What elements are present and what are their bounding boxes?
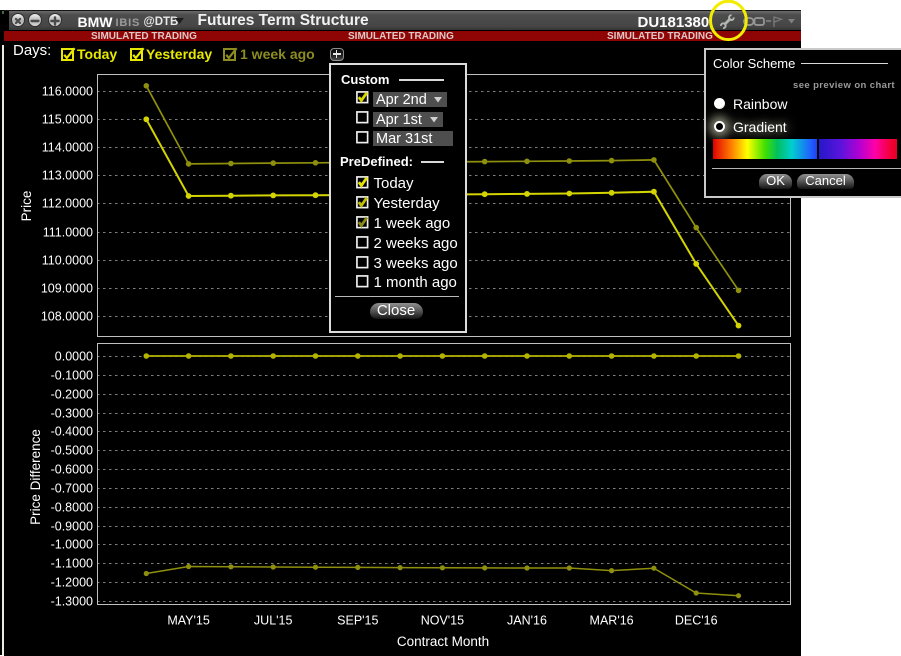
svg-text:NOV'15: NOV'15 [421,614,464,628]
svg-text:-1.1000: -1.1000 [51,557,93,571]
svg-text:111.0000: 111.0000 [43,226,93,240]
svg-text:Price Difference: Price Difference [28,429,43,525]
svg-text:-0.2000: -0.2000 [51,388,93,402]
svg-text:114.0000: 114.0000 [42,141,93,155]
svg-text:0.0000: 0.0000 [55,350,93,364]
svg-text:Contract Month: Contract Month [397,634,489,649]
svg-text:-1.3000: -1.3000 [51,595,93,609]
svg-text:-0.5000: -0.5000 [51,444,93,458]
svg-text:SEP'15: SEP'15 [337,614,378,628]
svg-text:MAY'15: MAY'15 [167,614,209,628]
svg-text:MAR'16: MAR'16 [590,614,634,628]
svg-text:116.0000: 116.0000 [42,85,93,99]
svg-text:113.0000: 113.0000 [42,169,93,183]
svg-text:109.0000: 109.0000 [41,282,93,296]
svg-text:108.0000: 108.0000 [41,310,93,324]
svg-text:-1.2000: -1.2000 [51,576,93,590]
svg-text:-0.3000: -0.3000 [51,407,93,421]
svg-text:-0.9000: -0.9000 [51,520,93,534]
svg-text:-0.6000: -0.6000 [51,463,93,477]
svg-text:-1.0000: -1.0000 [51,538,93,552]
svg-text:DEC'16: DEC'16 [675,614,718,628]
svg-text:Price: Price [19,191,34,222]
svg-text:115.0000: 115.0000 [42,113,93,127]
svg-text:JAN'16: JAN'16 [507,614,547,628]
svg-text:-0.4000: -0.4000 [51,425,93,439]
svg-text:-0.1000: -0.1000 [51,369,93,383]
svg-text:110.0000: 110.0000 [42,254,93,268]
svg-text:-0.8000: -0.8000 [51,501,93,515]
svg-text:JUL'15: JUL'15 [254,614,293,628]
svg-text:112.0000: 112.0000 [42,197,93,211]
svg-text:-0.7000: -0.7000 [51,482,93,496]
